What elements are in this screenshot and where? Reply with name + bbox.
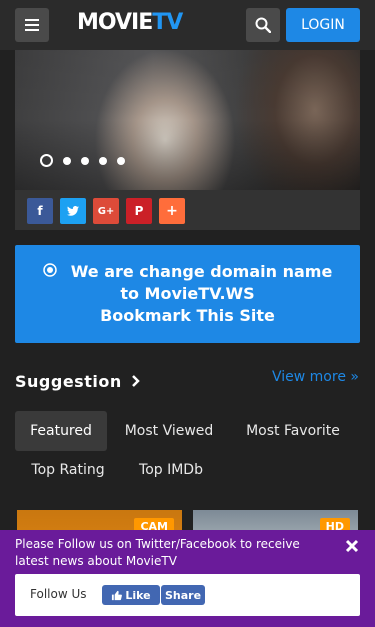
tab-featured[interactable]: Featured — [15, 411, 107, 451]
logo-part2: TV — [152, 10, 183, 35]
follow-box: Follow Us Like Share — [15, 574, 360, 616]
tab-top-rating[interactable]: Top Rating — [15, 450, 121, 490]
share-bar: f G+ P + — [15, 190, 360, 230]
slider-dot[interactable] — [40, 154, 53, 167]
tab-most-viewed[interactable]: Most Viewed — [115, 411, 223, 451]
google-plus-icon: G+ — [97, 205, 115, 217]
login-button[interactable]: LOGIN — [286, 8, 360, 42]
google-share-button[interactable]: G+ — [93, 198, 119, 224]
menu-button[interactable] — [15, 8, 49, 42]
facebook-share-button[interactable]: f — [27, 198, 53, 224]
search-icon — [255, 17, 271, 33]
featured-slider[interactable] — [15, 50, 360, 190]
close-icon[interactable] — [345, 538, 359, 557]
twitter-share-button[interactable] — [60, 198, 86, 224]
slider-image — [15, 50, 360, 190]
top-header: MOVIETV LOGIN — [0, 0, 375, 50]
slider-dots — [40, 154, 125, 167]
slider-dot[interactable] — [81, 156, 89, 165]
notice-text-line1: We are change domain name — [70, 262, 333, 281]
more-share-button[interactable]: + — [159, 198, 185, 224]
pinterest-icon: P — [134, 204, 144, 218]
tab-most-favorite[interactable]: Most Favorite — [233, 411, 353, 451]
plus-icon: + — [166, 203, 178, 219]
facebook-like-button[interactable]: Like — [102, 585, 160, 605]
site-logo[interactable]: MOVIETV — [77, 10, 183, 35]
slider-dot[interactable] — [63, 156, 71, 165]
follow-banner: Please Follow us on Twitter/Facebook to … — [0, 530, 375, 627]
twitter-icon — [67, 206, 79, 216]
slider-dot[interactable] — [99, 156, 107, 165]
thumbs-up-icon — [112, 590, 123, 600]
suggestion-title: Suggestion — [15, 372, 122, 391]
search-button[interactable] — [246, 8, 280, 42]
follow-message: Please Follow us on Twitter/Facebook to … — [15, 537, 300, 568]
chevron-right-icon[interactable] — [131, 373, 141, 392]
notice-text-line3: Bookmark This Site — [100, 306, 275, 325]
hamburger-icon — [25, 19, 39, 31]
facebook-share-button-small[interactable]: Share — [161, 585, 205, 605]
tab-top-imdb[interactable]: Top IMDb — [127, 450, 215, 490]
facebook-icon: f — [37, 204, 43, 218]
pinterest-share-button[interactable]: P — [126, 198, 152, 224]
view-more-link[interactable]: View more » — [272, 369, 359, 385]
notice-text-line2: to MovieTV.WS — [120, 284, 255, 303]
domain-notice: We are change domain name to MovieTV.WS … — [15, 245, 360, 343]
follow-us-label: Follow Us — [30, 587, 87, 601]
slider-dot[interactable] — [117, 156, 125, 165]
target-icon — [42, 262, 57, 284]
like-label: Like — [125, 588, 151, 602]
logo-part1: MOVIE — [77, 10, 153, 35]
